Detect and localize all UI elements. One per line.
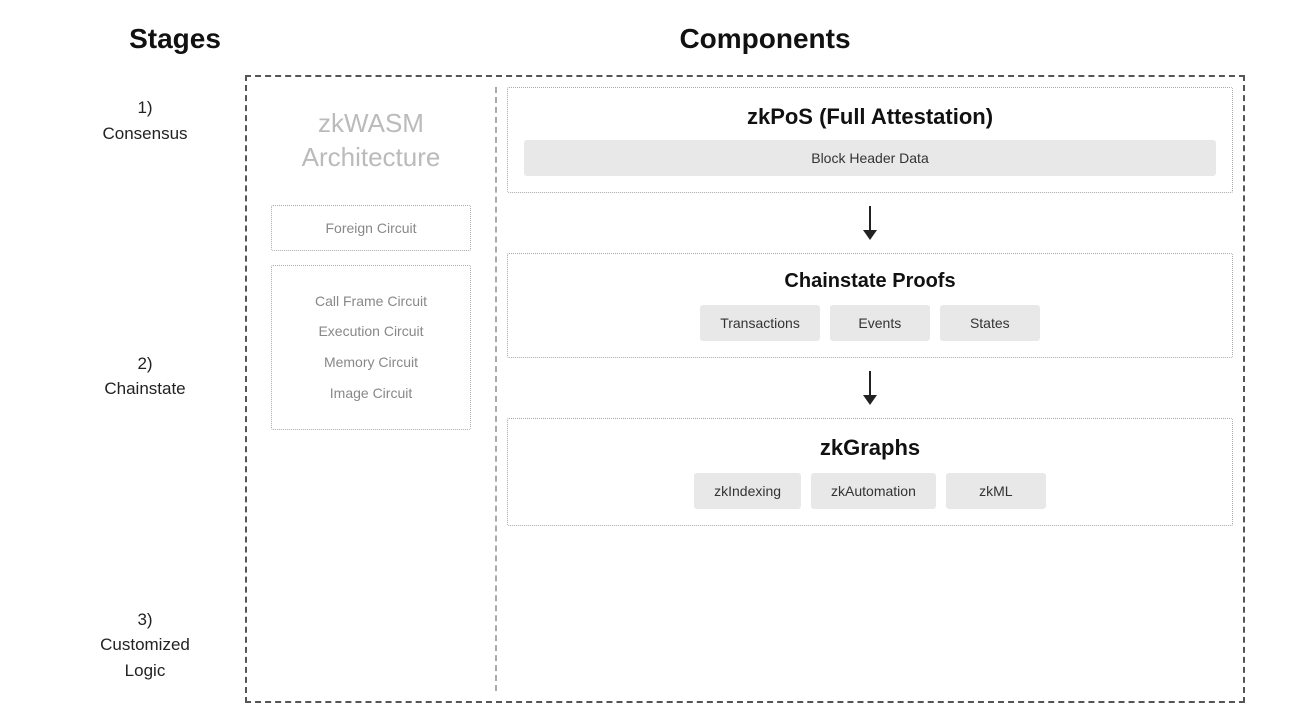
block-header-label: Block Header Data	[811, 150, 929, 166]
stages-column: 1) Consensus 2) Chainstate 3) Customized…	[45, 75, 245, 703]
zkgraphs-chips-row: zkIndexing zkAutomation zkML	[524, 473, 1216, 509]
stage-3: 3) CustomizedLogic	[55, 607, 235, 684]
block-header-box: Block Header Data	[524, 140, 1216, 176]
content-row: 1) Consensus 2) Chainstate 3) Customized…	[45, 75, 1245, 703]
circuit-1: Call Frame Circuit	[292, 286, 450, 317]
arrow-line-2	[869, 371, 871, 395]
stage-1-number: 1)	[137, 98, 152, 117]
zkwasm-column: zkWASMArchitecture Foreign Circuit Call …	[257, 87, 497, 691]
chip-events: Events	[830, 305, 930, 341]
circuits-box: Call Frame Circuit Execution Circuit Mem…	[271, 265, 471, 430]
zkgraphs-title: zkGraphs	[524, 435, 1216, 461]
stage-2-number: 2)	[137, 354, 152, 373]
foreign-circuit-box: Foreign Circuit	[271, 205, 471, 251]
arrow-head-1	[863, 230, 877, 240]
stage-2-label: Chainstate	[104, 379, 185, 398]
stage-2: 2) Chainstate	[55, 351, 235, 402]
components-header: Components	[285, 23, 1245, 55]
chip-zkindexing: zkIndexing	[694, 473, 801, 509]
stage-3-number: 3)	[137, 610, 152, 629]
circuit-4: Image Circuit	[292, 378, 450, 409]
zkpos-subtitle: (Full Attestation)	[819, 104, 993, 129]
circuit-3: Memory Circuit	[292, 347, 450, 378]
arrow-1	[507, 203, 1233, 243]
chainstate-title: Chainstate Proofs	[524, 270, 1216, 293]
components-area: zkWASMArchitecture Foreign Circuit Call …	[245, 75, 1245, 703]
foreign-circuit-label: Foreign Circuit	[325, 220, 416, 236]
chip-zkautomation: zkAutomation	[811, 473, 936, 509]
chainstate-section: Chainstate Proofs Transactions Events St…	[507, 253, 1233, 358]
zkpos-section: zkPoS (Full Attestation) Block Header Da…	[507, 87, 1233, 193]
arrow-down-2	[863, 371, 877, 405]
arrow-line-1	[869, 206, 871, 230]
zkpos-bold: zkPoS	[747, 104, 813, 129]
right-column: zkPoS (Full Attestation) Block Header Da…	[507, 87, 1233, 691]
circuit-2: Execution Circuit	[292, 316, 450, 347]
chip-transactions: Transactions	[700, 305, 820, 341]
arrow-down-1	[863, 206, 877, 240]
stage-1-label: Consensus	[102, 124, 187, 143]
stage-3-label: CustomizedLogic	[100, 635, 190, 680]
arrow-2	[507, 368, 1233, 408]
zkgraphs-section: zkGraphs zkIndexing zkAutomation zkML	[507, 418, 1233, 526]
zkwasm-title: zkWASMArchitecture	[302, 107, 441, 175]
main-container: Stages Components 1) Consensus 2) Chains…	[45, 23, 1245, 703]
headers-row: Stages Components	[45, 23, 1245, 55]
arrow-head-2	[863, 395, 877, 405]
stages-header: Stages	[65, 23, 285, 55]
zkpos-title: zkPoS (Full Attestation)	[524, 104, 1216, 130]
chainstate-chips-row: Transactions Events States	[524, 305, 1216, 341]
chip-zkml: zkML	[946, 473, 1046, 509]
stage-1: 1) Consensus	[55, 95, 235, 146]
chip-states: States	[940, 305, 1040, 341]
